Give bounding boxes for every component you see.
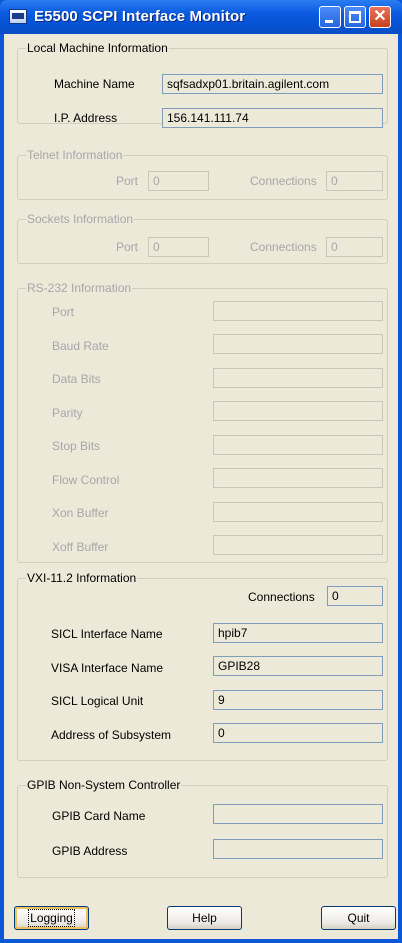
local-machine-legend: Local Machine Information bbox=[27, 41, 168, 55]
telnet-port-label: Port bbox=[116, 174, 139, 188]
gpib-group: GPIB Non-System Controller bbox=[17, 778, 388, 878]
close-button[interactable]: ✕ bbox=[369, 6, 391, 28]
rs232-flow-control-label: Flow Control bbox=[52, 473, 120, 487]
window-title: E5500 SCPI Interface Monitor bbox=[34, 8, 246, 25]
dialog-body: Local Machine Information Machine Name s… bbox=[4, 34, 398, 939]
rs232-legend: RS-232 Information bbox=[27, 281, 132, 295]
rs232-xon-buffer-field[interactable] bbox=[213, 502, 383, 522]
help-button[interactable]: Help bbox=[167, 906, 242, 930]
maximize-button[interactable] bbox=[344, 6, 366, 28]
machine-name-field[interactable]: sqfsadxp01.britain.agilent.com bbox=[162, 74, 383, 94]
visa-interface-name-label: VISA Interface Name bbox=[51, 661, 164, 675]
rs232-xoff-buffer-field[interactable] bbox=[213, 535, 383, 555]
vxi-connections-label: Connections bbox=[248, 590, 315, 604]
rs232-baud-rate-label: Baud Rate bbox=[52, 339, 109, 353]
minimize-button[interactable] bbox=[319, 6, 341, 28]
gpib-card-name-label: GPIB Card Name bbox=[52, 809, 146, 823]
app-icon[interactable] bbox=[9, 9, 27, 24]
vxi-connections-field[interactable]: 0 bbox=[327, 586, 383, 606]
vxi-legend: VXI-11.2 Information bbox=[27, 571, 137, 585]
rs232-port-field[interactable] bbox=[213, 301, 383, 321]
address-of-subsystem-label: Address of Subsystem bbox=[51, 728, 172, 742]
telnet-legend: Telnet Information bbox=[27, 148, 123, 162]
title-bar[interactable]: E5500 SCPI Interface Monitor ✕ bbox=[0, 0, 402, 34]
rs232-data-bits-field[interactable] bbox=[213, 368, 383, 388]
help-button-label: Help bbox=[192, 911, 217, 925]
sockets-port-field[interactable]: 0 bbox=[148, 237, 209, 257]
rs232-data-bits-label: Data Bits bbox=[52, 372, 101, 386]
minimize-icon bbox=[325, 20, 333, 23]
rs232-stop-bits-field[interactable] bbox=[213, 435, 383, 455]
gpib-address-label: GPIB Address bbox=[52, 844, 128, 858]
sockets-connections-field[interactable]: 0 bbox=[326, 237, 383, 257]
quit-button-label: Quit bbox=[347, 911, 370, 925]
rs232-port-label: Port bbox=[52, 305, 75, 319]
telnet-connections-label: Connections bbox=[250, 174, 317, 188]
rs232-flow-control-field[interactable] bbox=[213, 468, 383, 488]
machine-name-label: Machine Name bbox=[54, 77, 135, 91]
gpib-card-name-field[interactable] bbox=[213, 804, 383, 824]
rs232-parity-field[interactable] bbox=[213, 401, 383, 421]
close-icon: ✕ bbox=[373, 8, 387, 25]
visa-interface-name-field[interactable]: GPIB28 bbox=[213, 656, 383, 676]
sicl-logical-unit-field[interactable]: 9 bbox=[213, 690, 383, 710]
rs232-xoff-buffer-label: Xoff Buffer bbox=[52, 540, 109, 554]
address-of-subsystem-field[interactable]: 0 bbox=[213, 723, 383, 743]
rs232-parity-label: Parity bbox=[52, 406, 83, 420]
sicl-interface-name-label: SICL Interface Name bbox=[51, 627, 163, 641]
rs232-baud-rate-field[interactable] bbox=[213, 334, 383, 354]
quit-button[interactable]: Quit bbox=[321, 906, 396, 930]
gpib-legend: GPIB Non-System Controller bbox=[27, 778, 181, 792]
telnet-connections-field[interactable]: 0 bbox=[326, 171, 383, 191]
sockets-legend: Sockets Information bbox=[27, 212, 134, 226]
telnet-port-field[interactable]: 0 bbox=[148, 171, 209, 191]
main-window: E5500 SCPI Interface Monitor ✕ Local Mac… bbox=[0, 0, 402, 943]
sicl-interface-name-field[interactable]: hpib7 bbox=[213, 623, 383, 643]
rs232-xon-buffer-label: Xon Buffer bbox=[52, 506, 109, 520]
maximize-icon bbox=[349, 11, 361, 23]
sockets-connections-label: Connections bbox=[250, 240, 317, 254]
logging-button-label: Logging bbox=[28, 909, 75, 927]
logging-button[interactable]: Logging bbox=[14, 906, 89, 930]
rs232-stop-bits-label: Stop Bits bbox=[52, 439, 101, 453]
sockets-port-label: Port bbox=[116, 240, 139, 254]
ip-address-field[interactable]: 156.141.111.74 bbox=[162, 108, 383, 128]
ip-address-label: I.P. Address bbox=[54, 111, 118, 125]
sicl-logical-unit-label: SICL Logical Unit bbox=[51, 694, 144, 708]
gpib-address-field[interactable] bbox=[213, 839, 383, 859]
